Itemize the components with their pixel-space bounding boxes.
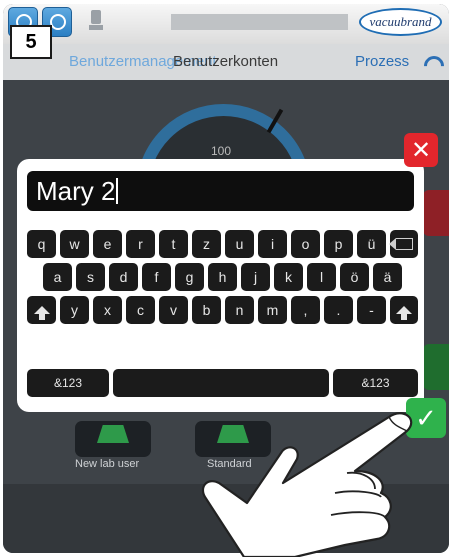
key-w[interactable]: w	[60, 230, 89, 258]
backspace-icon	[388, 237, 413, 250]
key-z[interactable]: z	[192, 230, 221, 258]
key-f[interactable]: f	[142, 263, 171, 291]
delete-button[interactable]	[423, 190, 449, 236]
vacuubrand-logo: vacuubrand	[359, 8, 442, 36]
key-backspace[interactable]	[388, 230, 418, 258]
key-a-umlaut[interactable]: ä	[373, 263, 402, 291]
key-l[interactable]: l	[307, 263, 336, 291]
key-period[interactable]: .	[324, 296, 353, 324]
key-k[interactable]: k	[274, 263, 303, 291]
shift-icon	[396, 306, 412, 320]
tab-bar: Benutzermanagement Benutzerkonten Prozes…	[3, 44, 449, 80]
key-a[interactable]: a	[43, 263, 72, 291]
key-s[interactable]: s	[76, 263, 105, 291]
key-j[interactable]: j	[241, 263, 270, 291]
gauge-value: 100	[211, 144, 232, 158]
key-y[interactable]: y	[60, 296, 89, 324]
key-symbols-left[interactable]: &123	[27, 369, 109, 397]
key-i[interactable]: i	[258, 230, 287, 258]
input-value: Mary 2	[36, 176, 116, 206]
new-lab-user-tile[interactable]	[75, 421, 151, 457]
network-icon	[89, 10, 103, 32]
key-t[interactable]: t	[159, 230, 188, 258]
key-b[interactable]: b	[192, 296, 221, 324]
title-placeholder	[171, 14, 348, 30]
virtual-keyboard: Mary 2 q w e r t z u i o p ü a s d f g h…	[17, 159, 424, 412]
key-d[interactable]: d	[109, 263, 138, 291]
step-number: 5	[10, 25, 52, 59]
tab-user-accounts[interactable]: Benutzerkonten	[173, 53, 278, 70]
key-e[interactable]: e	[93, 230, 122, 258]
key-p[interactable]: p	[324, 230, 353, 258]
key-g[interactable]: g	[175, 263, 204, 291]
key-q[interactable]: q	[27, 230, 56, 258]
key-v[interactable]: v	[159, 296, 188, 324]
wifi-icon	[424, 56, 442, 70]
key-u-umlaut[interactable]: ü	[357, 230, 386, 258]
key-n[interactable]: n	[225, 296, 254, 324]
key-h[interactable]: h	[208, 263, 237, 291]
key-m[interactable]: m	[258, 296, 287, 324]
new-lab-user-label: New lab user	[75, 458, 140, 470]
key-u[interactable]: u	[225, 230, 254, 258]
key-shift-right[interactable]	[390, 296, 418, 324]
text-cursor	[116, 178, 119, 204]
tab-process[interactable]: Prozess	[355, 53, 409, 70]
key-x[interactable]: x	[93, 296, 122, 324]
key-o[interactable]: o	[291, 230, 320, 258]
status-bar: vacuubrand	[3, 4, 449, 44]
pointing-hand-illustration	[201, 412, 413, 557]
key-r[interactable]: r	[126, 230, 155, 258]
key-shift-left[interactable]	[27, 296, 56, 324]
key-c[interactable]: c	[126, 296, 155, 324]
key-comma[interactable]: ,	[291, 296, 320, 324]
key-o-umlaut[interactable]: ö	[340, 263, 369, 291]
shift-icon	[33, 306, 50, 320]
close-button[interactable]: ✕	[404, 133, 438, 167]
key-hyphen[interactable]: -	[357, 296, 386, 324]
username-input[interactable]: Mary 2	[27, 171, 414, 211]
save-button[interactable]	[423, 344, 449, 390]
